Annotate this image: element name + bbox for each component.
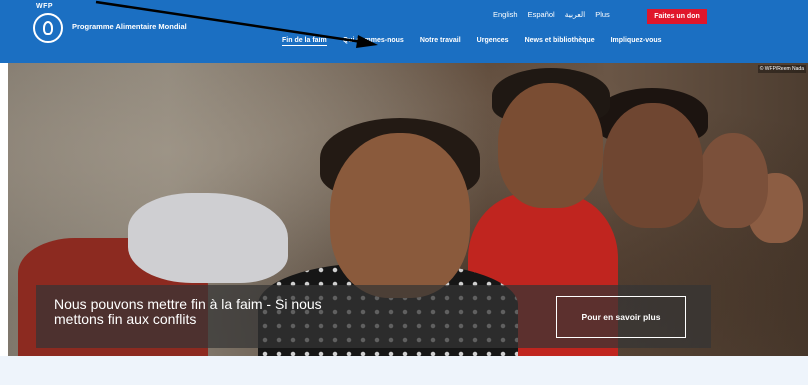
nav-item-qui-sommes-nous[interactable]: Qui sommes-nous [343, 37, 404, 46]
photo-credit: © WFP/Reem Nada [757, 65, 806, 73]
nav-item-urgences[interactable]: Urgences [477, 37, 509, 46]
wfp-emblem-icon[interactable] [33, 13, 63, 43]
content-band [0, 356, 808, 385]
photo-child-2 [498, 83, 603, 208]
lang-arabic[interactable]: العربية [565, 10, 586, 19]
lang-espanol[interactable]: Español [528, 10, 555, 19]
main-nav: Fin de la faim Qui sommes-nous Notre tra… [282, 37, 662, 46]
learn-more-button[interactable]: Pour en savoir plus [556, 296, 686, 338]
lang-more[interactable]: Plus [595, 10, 610, 19]
nav-item-notre-travail[interactable]: Notre travail [420, 37, 461, 46]
nav-item-fin-de-la-faim[interactable]: Fin de la faim [282, 37, 327, 46]
photo-child-main [330, 133, 470, 298]
hero-banner: © WFP/Reem Nada Nous pouvons mettre fin … [8, 63, 808, 356]
lang-english[interactable]: English [493, 10, 518, 19]
logo-wordmark: WFP [36, 3, 54, 10]
hero-caption: Nous pouvons mettre fin à la faim - Si n… [36, 285, 711, 348]
site-header: WFP Programme Alimentaire Mondial Englis… [0, 0, 808, 63]
photo-white-cloth [128, 193, 288, 283]
site-name-link[interactable]: Programme Alimentaire Mondial [72, 22, 187, 31]
nav-item-impliquez-vous[interactable]: Impliquez-vous [611, 37, 662, 46]
hero-headline: Nous pouvons mettre fin à la faim - Si n… [54, 296, 322, 327]
donate-button[interactable]: Faites un don [647, 9, 707, 24]
photo-child-4 [698, 133, 768, 228]
nav-item-news[interactable]: News et bibliothèque [525, 37, 595, 46]
language-switcher: English Español العربية Plus [493, 10, 610, 19]
photo-child-3 [603, 103, 703, 228]
